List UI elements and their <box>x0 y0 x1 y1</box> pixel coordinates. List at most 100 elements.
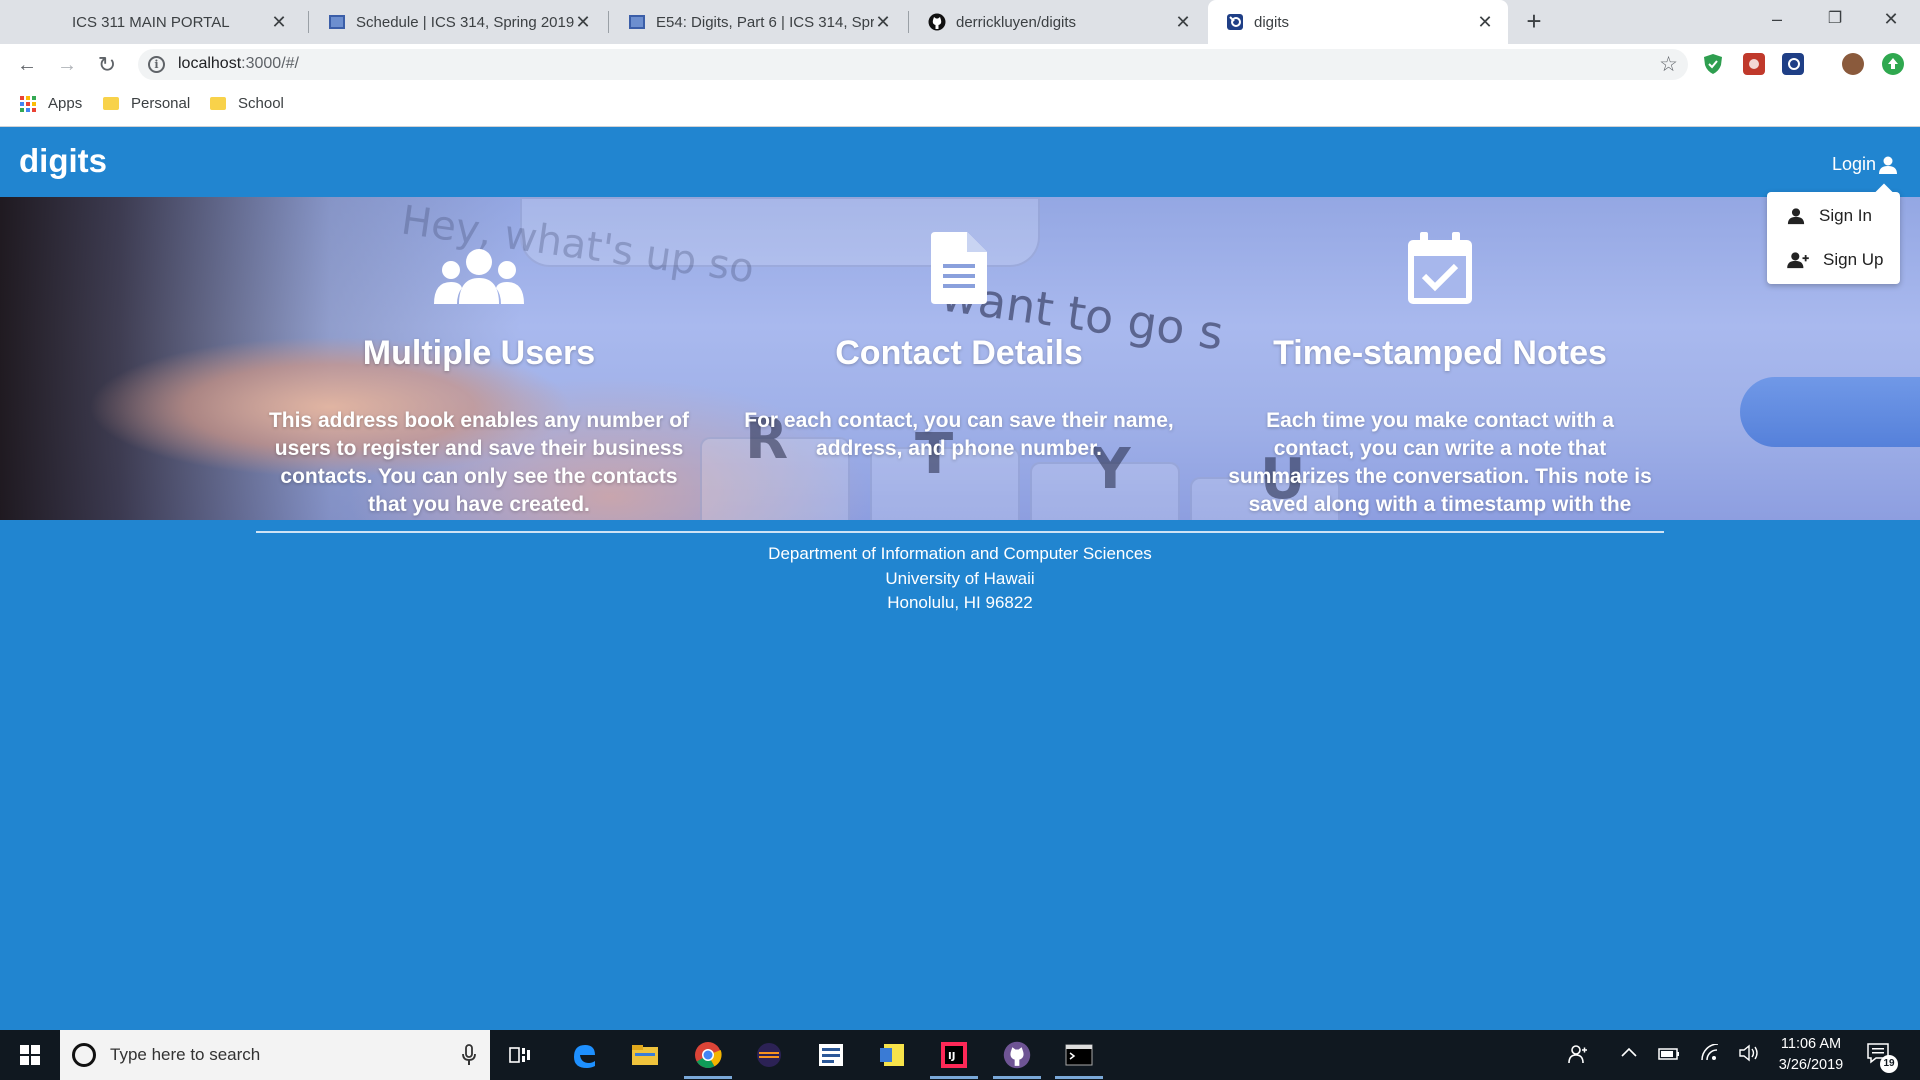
bookmark-label: School <box>238 95 284 112</box>
calendar-check-icon <box>1205 214 1675 304</box>
site-navbar: digits Login <box>0 127 1920 197</box>
system-clock[interactable]: 11:06 AM 3/26/2019 <box>1768 1034 1854 1076</box>
cortana-icon <box>72 1043 96 1067</box>
photo-send-button <box>1740 377 1920 447</box>
tab-github-digits[interactable]: derrickluyen/digits ✕ <box>910 0 1206 44</box>
windows-icon <box>20 1045 40 1065</box>
intellij-icon[interactable]: IJ <box>938 1039 970 1071</box>
sign-up-label: Sign Up <box>1823 250 1884 269</box>
feature-time-stamped-notes: Time-stamped Notes Each time you make co… <box>1205 197 1675 520</box>
tab-title: derrickluyen/digits <box>956 13 1077 31</box>
brand-logo[interactable]: digits <box>19 142 107 180</box>
volume-icon[interactable] <box>1738 1044 1760 1067</box>
bookmark-label: Personal <box>131 95 191 112</box>
file-explorer-icon[interactable] <box>629 1039 661 1071</box>
window-close-button[interactable]: ✕ <box>1862 0 1920 40</box>
github-desktop-icon[interactable] <box>1001 1039 1033 1071</box>
terminal-icon[interactable] <box>1063 1039 1095 1071</box>
wifi-icon[interactable] <box>1700 1043 1720 1067</box>
reload-button[interactable]: ↻ <box>92 50 122 80</box>
users-icon <box>244 214 714 304</box>
sticky-notes-icon[interactable] <box>876 1039 908 1071</box>
close-icon[interactable]: ✕ <box>270 12 288 33</box>
tab-ics311-portal[interactable]: ICS 311 MAIN PORTAL ✕ <box>30 0 302 44</box>
close-icon[interactable]: ✕ <box>1174 12 1192 33</box>
battery-icon[interactable] <box>1658 1044 1680 1067</box>
tab-title: ICS 311 MAIN PORTAL <box>72 13 230 31</box>
close-icon[interactable]: ✕ <box>874 12 892 33</box>
feature-multiple-users: Multiple Users This address book enables… <box>244 197 714 519</box>
update-icon[interactable] <box>1882 53 1904 75</box>
user-icon <box>1879 156 1897 174</box>
red-extension-icon[interactable] <box>1743 53 1765 75</box>
file-text-icon <box>724 214 1194 304</box>
people-icon[interactable] <box>1568 1044 1588 1069</box>
svg-text:IJ: IJ <box>948 1051 955 1062</box>
bookmark-star-icon[interactable]: ☆ <box>1659 52 1678 77</box>
meteor-devtools-icon[interactable] <box>1782 53 1804 75</box>
feature-description: This address book enables any number of … <box>268 409 690 516</box>
tab-e54-digits[interactable]: E54: Digits, Part 6 | ICS 314, Sprin ✕ <box>610 0 906 44</box>
bookmark-personal[interactable]: Personal <box>103 95 190 112</box>
hero-banner: R T Y U Hey, what's up so want to go s M… <box>0 197 1920 520</box>
tab-separator <box>908 11 909 33</box>
tab-separator <box>608 11 609 33</box>
windows-taskbar: Type here to search IJ 11:06 AM 3/26/201… <box>0 1030 1920 1080</box>
active-app-indicator <box>1055 1076 1103 1079</box>
footer-divider <box>256 531 1664 533</box>
url-text[interactable]: localhost:3000/#/ <box>178 55 299 73</box>
page-icon <box>328 13 346 31</box>
windows-app-icon[interactable] <box>815 1039 847 1071</box>
login-label: Login <box>1831 154 1876 174</box>
eclipse-icon[interactable] <box>753 1039 785 1071</box>
url-path: :3000/#/ <box>241 55 299 72</box>
chevron-up-icon[interactable] <box>1620 1044 1638 1067</box>
tab-title: Schedule | ICS 314, Spring 2019 <box>356 13 574 31</box>
feature-title: Time-stamped Notes <box>1273 334 1607 372</box>
bookmarks-bar: Apps Personal School <box>0 85 1920 127</box>
task-view-icon[interactable] <box>504 1039 536 1071</box>
forward-button[interactable]: → <box>52 50 82 80</box>
restore-button[interactable]: ❐ <box>1806 0 1864 40</box>
active-app-indicator <box>993 1076 1041 1079</box>
clock-date: 3/26/2019 <box>1778 1057 1844 1073</box>
tab-digits-active[interactable]: digits ✕ <box>1208 0 1508 44</box>
page-icon <box>628 13 646 31</box>
microphone-icon[interactable] <box>462 1044 476 1066</box>
tab-title: digits <box>1254 13 1290 31</box>
apps-grid-icon <box>20 95 36 112</box>
shield-extension-icon[interactable] <box>1702 53 1724 75</box>
bookmark-school[interactable]: School <box>210 95 284 112</box>
meteor-icon <box>1226 13 1244 31</box>
start-button[interactable] <box>0 1030 60 1080</box>
login-menu[interactable]: Login <box>1832 154 1898 175</box>
tab-separator <box>308 11 309 33</box>
chrome-icon[interactable] <box>692 1039 724 1071</box>
tab-title: E54: Digits, Part 6 | ICS 314, Sprin <box>656 13 874 31</box>
user-plus-icon <box>1787 252 1809 269</box>
folder-icon <box>210 97 226 110</box>
feature-description: Each time you make contact with a contac… <box>1228 409 1652 516</box>
sign-up-item[interactable]: Sign Up <box>1787 250 1883 270</box>
sign-in-item[interactable]: Sign In <box>1787 206 1872 226</box>
active-app-indicator <box>684 1076 732 1079</box>
notification-count-badge: 19 <box>1880 1055 1898 1073</box>
profile-avatar[interactable] <box>1842 53 1864 75</box>
close-icon[interactable]: ✕ <box>1476 12 1494 33</box>
new-tab-button[interactable]: + <box>1518 6 1550 38</box>
url-host: localhost <box>178 55 242 72</box>
info-icon[interactable]: i <box>148 56 165 73</box>
taskbar-search[interactable]: Type here to search <box>60 1030 490 1080</box>
address-bar[interactable]: i localhost:3000/#/ ☆ <box>138 49 1688 80</box>
bookmark-label: Apps <box>48 95 83 112</box>
feature-title: Contact Details <box>835 334 1083 372</box>
browser-toolbar: ← → ↻ i localhost:3000/#/ ☆ <box>0 44 1920 85</box>
bookmark-apps[interactable]: Apps <box>20 95 82 112</box>
minimize-button[interactable]: – <box>1748 0 1806 40</box>
close-icon[interactable]: ✕ <box>574 12 592 33</box>
active-app-indicator <box>930 1076 978 1079</box>
edge-icon[interactable] <box>568 1039 600 1071</box>
tab-schedule[interactable]: Schedule | ICS 314, Spring 2019 ✕ <box>310 0 606 44</box>
back-button[interactable]: ← <box>12 50 42 80</box>
browser-tab-strip: ICS 311 MAIN PORTAL ✕ Schedule | ICS 314… <box>0 0 1920 44</box>
